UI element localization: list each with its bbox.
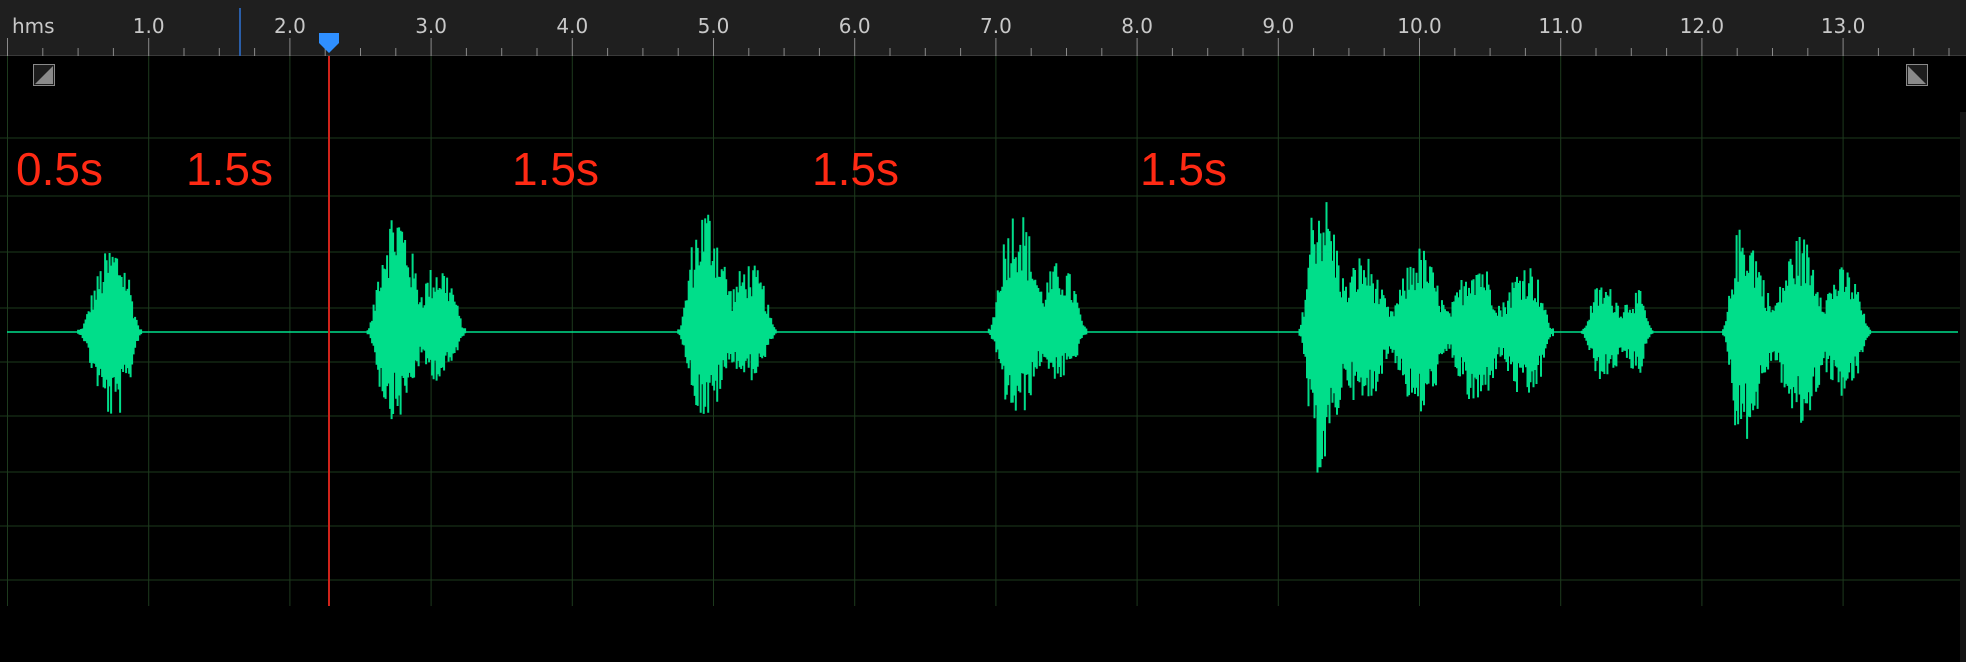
- tick-label: 12.0: [1679, 14, 1725, 38]
- gap-annotation: 0.5s: [16, 143, 103, 195]
- tick-label: 1.0: [132, 14, 165, 38]
- waveform-display[interactable]: [0, 56, 1966, 606]
- vertical-scale-strip: [1960, 112, 1966, 662]
- tick-label: 5.0: [697, 14, 730, 38]
- playhead-handle-icon[interactable]: [318, 32, 340, 54]
- tick-label: 4.0: [556, 14, 589, 38]
- gap-annotation: 1.5s: [512, 143, 599, 195]
- tick-label: 13.0: [1820, 14, 1866, 38]
- tick-label: 7.0: [979, 14, 1012, 38]
- playhead-line[interactable]: [328, 56, 331, 606]
- time-ruler[interactable]: hms 1.0 2.0 3.0 4.0 5.0 6.0 7.0 8.0 9.0 …: [0, 0, 1966, 56]
- tick-label: 11.0: [1538, 14, 1583, 38]
- gap-annotation: 1.5s: [1140, 143, 1227, 195]
- zoom-corner-icon: [35, 66, 53, 84]
- tick-label: 3.0: [415, 14, 447, 38]
- tick-label: 8.0: [1121, 14, 1153, 38]
- zoom-right-button[interactable]: [1906, 64, 1928, 86]
- waveform-editor[interactable]: 0.5s 1.5s 1.5s 1.5s 1.5s: [0, 56, 1966, 662]
- gap-annotation: 1.5s: [812, 143, 899, 195]
- gap-annotation: 1.5s: [186, 143, 273, 195]
- tick-label: 9.0: [1262, 14, 1295, 38]
- zoom-left-button[interactable]: [33, 64, 55, 86]
- tick-label: 10.0: [1397, 14, 1442, 38]
- selection-marker[interactable]: [239, 8, 242, 56]
- zoom-corner-icon: [1908, 66, 1926, 84]
- waveform-signal: [77, 202, 1872, 473]
- tick-label: 6.0: [838, 14, 871, 38]
- tick-label: 2.0: [273, 14, 306, 38]
